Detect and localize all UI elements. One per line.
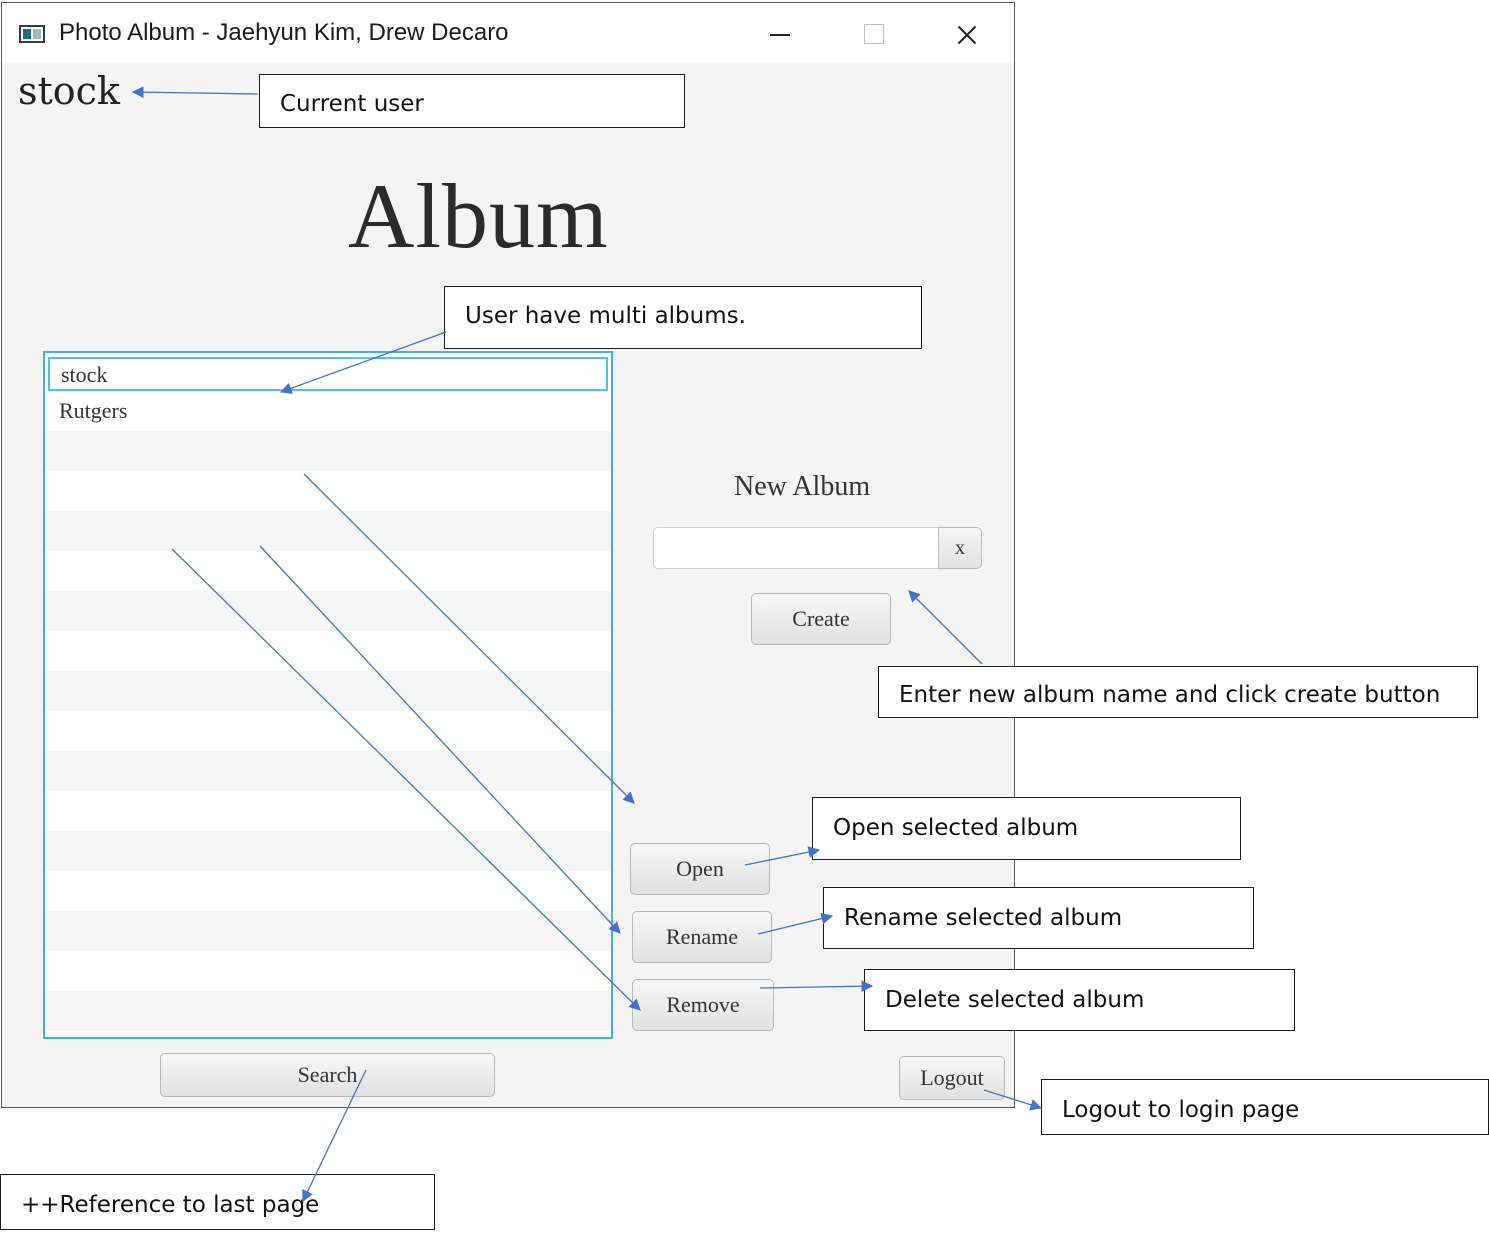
annotation-logout: Logout to login page xyxy=(1041,1079,1489,1135)
list-item[interactable]: stock xyxy=(48,357,608,391)
empty-list-row xyxy=(45,831,611,871)
empty-list-row xyxy=(45,951,611,991)
remove-button[interactable]: Remove xyxy=(632,979,774,1031)
empty-list-row xyxy=(45,751,611,791)
album-list[interactable]: stock Rutgers xyxy=(43,351,613,1039)
new-album-name-input[interactable] xyxy=(653,527,939,569)
title-bar[interactable]: Photo Album - Jaehyun Kim, Drew Decaro xyxy=(2,3,1014,63)
annotation-search: ++Reference to last page xyxy=(0,1174,435,1230)
empty-list-row xyxy=(45,871,611,911)
annotation-open: Open selected album xyxy=(812,797,1241,860)
empty-list-row xyxy=(45,911,611,951)
empty-list-row xyxy=(45,631,611,671)
current-user-label: stock xyxy=(18,69,120,113)
close-icon[interactable] xyxy=(946,15,986,55)
annotation-multi-albums: User have multi albums. xyxy=(444,286,922,349)
create-button[interactable]: Create xyxy=(751,593,891,645)
search-button[interactable]: Search xyxy=(160,1053,495,1097)
annotation-rename: Rename selected album xyxy=(823,887,1254,949)
page-title: Album xyxy=(348,165,609,267)
empty-list-row xyxy=(45,791,611,831)
clear-input-button[interactable]: x xyxy=(938,527,982,569)
rename-button[interactable]: Rename xyxy=(632,911,772,963)
list-item[interactable]: Rutgers xyxy=(45,391,611,431)
annotation-current-user: Current user xyxy=(259,74,685,128)
empty-list-row xyxy=(45,991,611,1031)
maximize-icon[interactable] xyxy=(854,15,894,55)
logout-button[interactable]: Logout xyxy=(899,1056,1005,1100)
open-button[interactable]: Open xyxy=(630,843,770,895)
empty-list-row xyxy=(45,471,611,511)
empty-list-row xyxy=(45,711,611,751)
empty-list-row xyxy=(45,551,611,591)
minimize-icon[interactable] xyxy=(760,15,800,55)
annotation-delete: Delete selected album xyxy=(864,969,1295,1031)
app-icon xyxy=(19,25,45,43)
empty-list-row xyxy=(45,431,611,471)
empty-list-row xyxy=(45,671,611,711)
new-album-label: New Album xyxy=(734,471,871,502)
window-title: Photo Album - Jaehyun Kim, Drew Decaro xyxy=(59,19,509,46)
empty-list-row xyxy=(45,511,611,551)
empty-list-row xyxy=(45,591,611,631)
annotation-create: Enter new album name and click create bu… xyxy=(878,666,1478,718)
